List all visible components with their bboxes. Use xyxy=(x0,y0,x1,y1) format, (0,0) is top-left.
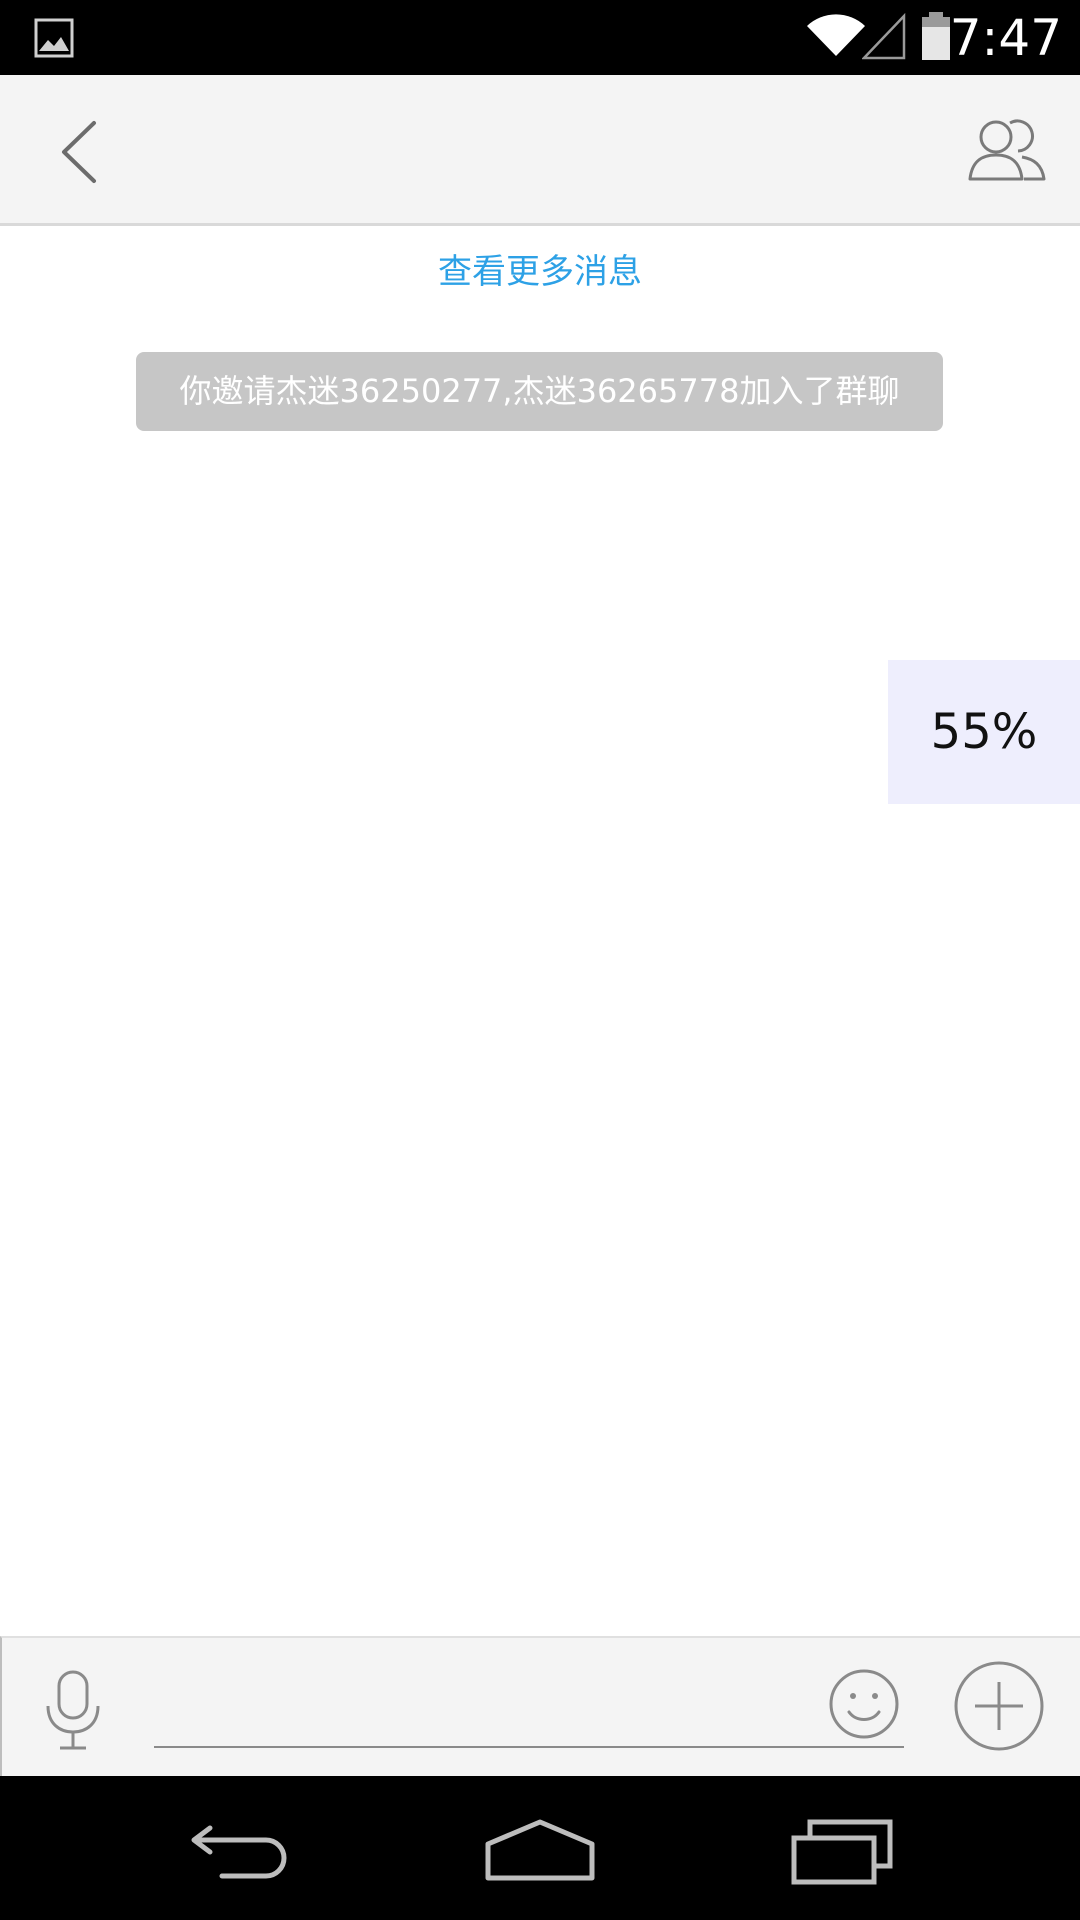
back-icon[interactable] xyxy=(188,1820,292,1880)
wifi-icon xyxy=(807,14,865,57)
plus-icon[interactable] xyxy=(953,1660,1045,1752)
status-bar: 7:47 xyxy=(0,0,1080,75)
gallery-icon xyxy=(34,18,74,58)
system-notice: 你邀请杰迷36250277,杰迷36265778加入了群聊 xyxy=(136,352,943,431)
message-input[interactable] xyxy=(154,1668,904,1748)
chevron-left-icon[interactable] xyxy=(50,117,110,187)
chat-header xyxy=(0,75,1080,226)
emoji-icon[interactable] xyxy=(828,1668,900,1740)
chat-message-list[interactable]: 查看更多消息 你邀请杰迷36250277,杰迷36265778加入了群聊 xyxy=(0,229,1080,1636)
home-icon[interactable] xyxy=(484,1818,596,1882)
progress-indicator: 55% xyxy=(888,660,1080,804)
recents-icon[interactable] xyxy=(790,1814,894,1886)
system-nav-bar xyxy=(0,1776,1080,1920)
signal-icon xyxy=(862,12,906,60)
group-members-icon[interactable] xyxy=(966,113,1046,185)
load-more-messages-link[interactable]: 查看更多消息 xyxy=(0,247,1080,297)
status-clock: 7:47 xyxy=(949,9,1062,67)
microphone-icon[interactable] xyxy=(40,1668,106,1754)
message-input-bar xyxy=(0,1636,1080,1776)
